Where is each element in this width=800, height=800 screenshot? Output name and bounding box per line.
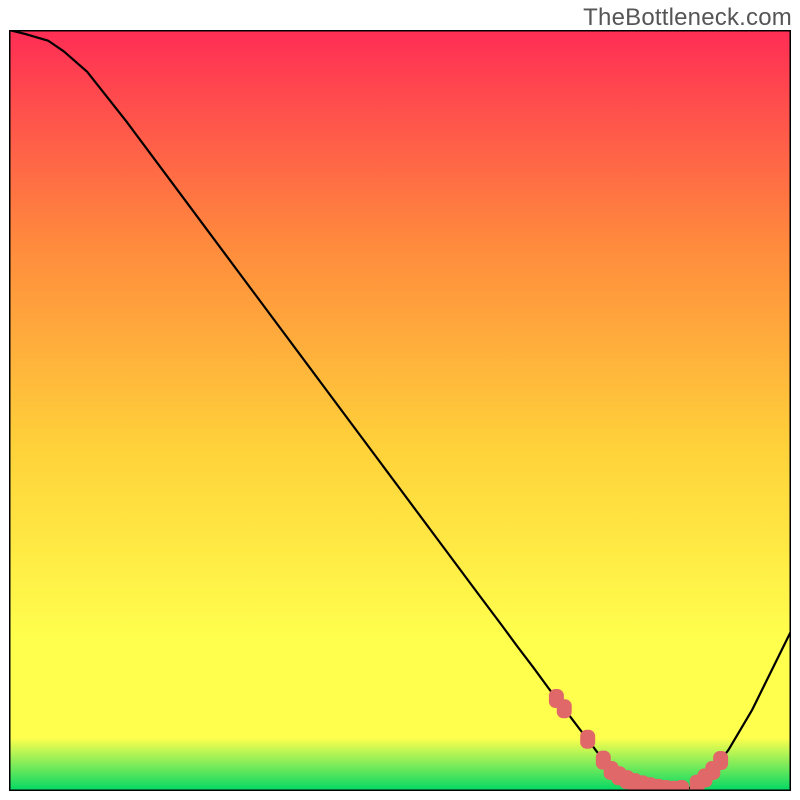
chart-frame: TheBottleneck.com [0, 0, 800, 800]
marker-point [675, 780, 689, 791]
watermark-text: TheBottleneck.com [583, 4, 792, 32]
gradient-background [9, 30, 791, 791]
chart-svg [9, 30, 791, 791]
plot-area [9, 30, 791, 791]
marker-point [557, 700, 571, 718]
marker-point [714, 752, 728, 770]
marker-point [581, 730, 595, 748]
